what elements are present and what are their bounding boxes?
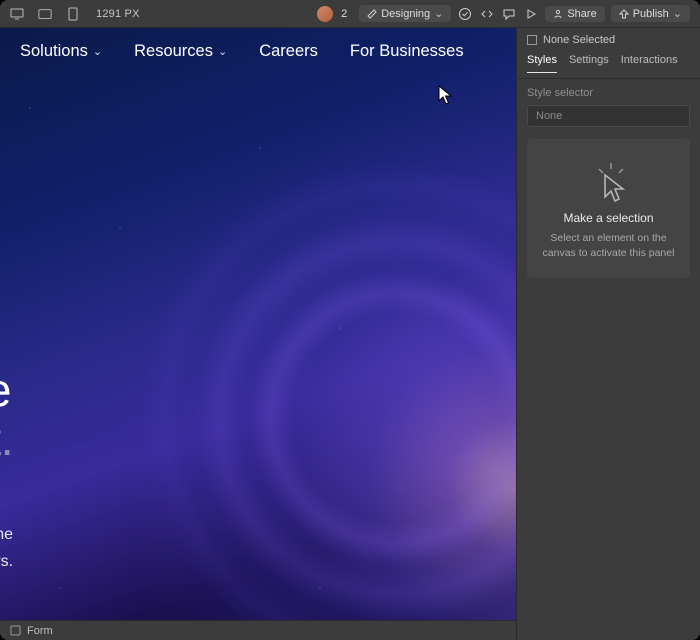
mobile-icon[interactable] (66, 7, 80, 21)
hero-para-line-2: e travelers. (0, 553, 13, 570)
play-icon[interactable] (523, 6, 539, 22)
empty-state-desc: Select an element on the canvas to activ… (537, 231, 680, 260)
code-icon[interactable] (479, 6, 495, 22)
nav-item-careers[interactable]: Careers (259, 42, 318, 61)
hero-line-2: nine (0, 364, 11, 416)
selection-label: None Selected (543, 34, 615, 46)
style-selector-input[interactable]: None (527, 105, 690, 127)
mode-label: Designing (381, 8, 430, 20)
selection-indicator-icon (527, 35, 537, 45)
selection-cursor-icon (589, 161, 629, 201)
nav-label: For Businesses (350, 42, 464, 61)
style-selector-label: Style selector (517, 79, 700, 105)
canvas[interactable]: Solutions ⌄ Resources ⌄ Careers For Busi… (0, 28, 516, 640)
nav-label: Solutions (20, 42, 88, 61)
breadcrumb-label: Form (27, 625, 53, 637)
empty-state-title: Make a selection (537, 211, 680, 225)
hero-para-line-1: pporting the (0, 526, 13, 543)
form-icon (10, 625, 21, 636)
chevron-down-icon: ⌄ (218, 45, 227, 58)
share-button[interactable]: Share (545, 6, 604, 22)
collaborator-count: 2 (341, 8, 347, 20)
chevron-down-icon: ⌄ (673, 7, 682, 20)
nav-item-solutions[interactable]: Solutions ⌄ (20, 42, 102, 61)
share-label: Share (567, 8, 596, 20)
nav-label: Careers (259, 42, 318, 61)
nav-item-resources[interactable]: Resources ⌄ (134, 42, 227, 61)
chevron-down-icon: ⌄ (434, 7, 443, 20)
tab-interactions[interactable]: Interactions (621, 50, 678, 72)
chevron-down-icon: ⌄ (93, 45, 102, 58)
empty-state: Make a selection Select an element on th… (527, 139, 690, 278)
hero-line-3: that. (0, 413, 13, 465)
nav-item-for-businesses[interactable]: For Businesses (350, 42, 464, 61)
style-selector-value: None (536, 110, 562, 122)
tablet-landscape-icon[interactable] (38, 7, 52, 21)
publish-button[interactable]: Publish ⌄ (611, 5, 690, 22)
mode-dropdown[interactable]: Designing ⌄ (359, 5, 451, 22)
nav-label: Resources (134, 42, 213, 61)
avatar[interactable] (317, 6, 333, 22)
tab-styles[interactable]: Styles (527, 50, 557, 73)
hero-text: al nine that. pporting the e travelers. (0, 318, 13, 575)
publish-label: Publish (633, 8, 669, 20)
viewport-size-label: 1291 PX (96, 8, 140, 20)
comment-icon[interactable] (501, 6, 517, 22)
breadcrumb[interactable]: Form (0, 620, 516, 640)
desktop-icon[interactable] (10, 7, 24, 21)
site-nav: Solutions ⌄ Resources ⌄ Careers For Busi… (0, 36, 516, 67)
check-icon[interactable] (457, 6, 473, 22)
style-panel: None Selected Styles Settings Interactio… (516, 28, 700, 640)
tab-settings[interactable]: Settings (569, 50, 609, 72)
